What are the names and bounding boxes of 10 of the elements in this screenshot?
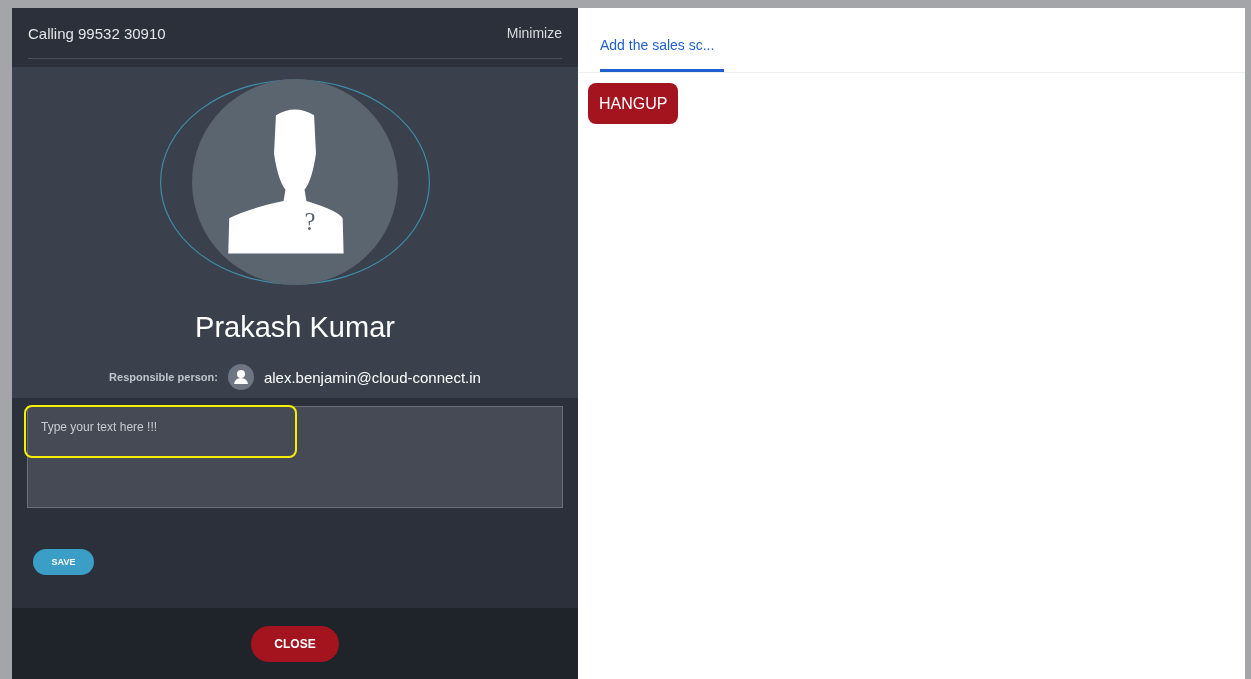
responsible-email: alex.benjamin@cloud-connect.in (263, 368, 481, 386)
user-icon (227, 364, 254, 390)
note-input[interactable]: Type your text here !!! (27, 406, 563, 508)
close-button[interactable]: CLOSE (251, 625, 339, 662)
contact-name: Prakash Kumar (195, 311, 395, 344)
minimize-link[interactable]: Minimize (506, 25, 562, 41)
hangup-button[interactable]: HANGUP (588, 83, 679, 124)
script-tab[interactable]: Add the sales sc... (600, 37, 724, 72)
call-title: Calling 99532 30910 (28, 24, 166, 42)
responsible-label: Responsible person: (109, 371, 218, 383)
